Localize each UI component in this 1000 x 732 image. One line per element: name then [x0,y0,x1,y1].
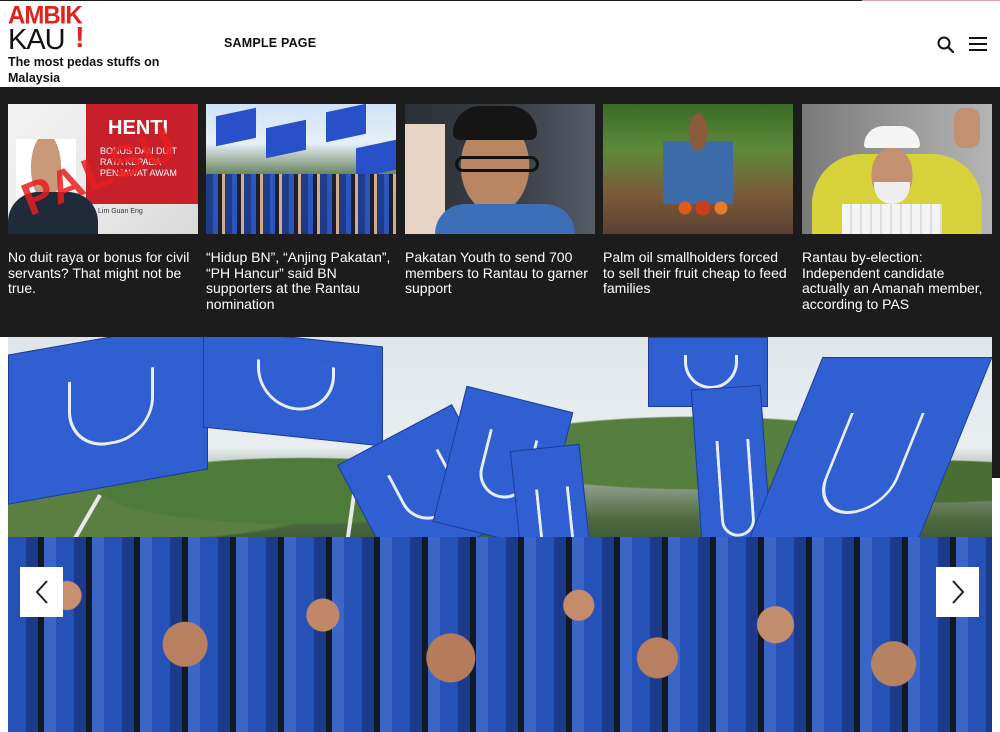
news-card[interactable]: Pakatan Youth to send 700 members to Ran… [405,104,595,297]
news-title[interactable]: Pakatan Youth to send 700 members to Ran… [405,249,595,297]
logo-exclamation: ! [75,22,85,54]
page-margin [992,478,1000,732]
hamburger-line [969,43,987,45]
thumbnail-hair [453,106,537,140]
logo-line-2: KAU [8,24,66,56]
slider-prev-button[interactable] [20,567,63,617]
thumbnail-caption: Lim Guan Eng [98,208,143,215]
site-logo[interactable]: AMBIK KAU ! [8,2,90,56]
thumbnail-shirt [435,204,575,234]
hamburger-menu-button[interactable] [969,36,987,52]
hamburger-line [969,49,987,51]
search-button[interactable] [936,35,956,55]
site-tagline: The most pedas stuffs on Malaysia [8,55,160,85]
hero-crowd [8,537,992,732]
news-thumbnail[interactable] [603,104,793,234]
slider-next-button[interactable] [936,567,979,617]
thumbnail-glasses [455,156,539,172]
page-margin-right [992,337,1000,732]
thumbnail-cap [864,126,920,148]
thumbnail-palm-fruit [673,194,733,222]
news-title[interactable]: No duit raya or bonus for civil servants… [8,249,198,297]
chevron-left-icon [35,580,48,604]
thumbnail-hand [954,108,980,148]
chevron-right-icon [951,580,964,604]
thumbnail-crowd [206,174,396,234]
hamburger-menu-icon [969,37,987,39]
news-card[interactable]: “Hidup BN”, “Anjing Pakatan”, “PH Hancur… [206,104,396,312]
thumbnail-flag [266,119,306,159]
news-thumbnail[interactable]: HENTI BONUS DAN DUIT RAYA KEPADA PENJAWA… [8,104,198,234]
site-header: AMBIK KAU ! The most pedas stuffs on Mal… [0,1,1000,87]
thumbnail-person [663,114,733,204]
news-card[interactable]: HENTI BONUS DAN DUIT RAYA KEPADA PENJAWA… [8,104,198,297]
news-strip: HENTI BONUS DAN DUIT RAYA KEPADA PENJAWA… [0,87,1000,337]
thumbnail-flag [216,107,256,147]
thumbnail-scarf [842,204,942,234]
hero-flag [203,337,383,447]
news-title[interactable]: “Hidup BN”, “Anjing Pakatan”, “PH Hancur… [206,249,396,312]
news-thumbnail[interactable] [405,104,595,234]
hero-slider-image[interactable] [8,337,992,732]
news-thumbnail[interactable] [206,104,396,234]
news-card[interactable]: Palm oil smallholders forced to sell the… [603,104,793,297]
search-icon [937,36,955,54]
news-title[interactable]: Rantau by-election: Independent candidat… [802,249,992,312]
news-card[interactable]: Rantau by-election: Independent candidat… [802,104,992,312]
news-thumbnail[interactable] [802,104,992,234]
page-margin [0,478,8,732]
nav-link-sample-page[interactable]: SAMPLE PAGE [224,36,316,50]
thumbnail-flag [356,139,396,179]
thumbnail-flag [326,104,366,143]
news-title[interactable]: Palm oil smallholders forced to sell the… [603,249,793,297]
